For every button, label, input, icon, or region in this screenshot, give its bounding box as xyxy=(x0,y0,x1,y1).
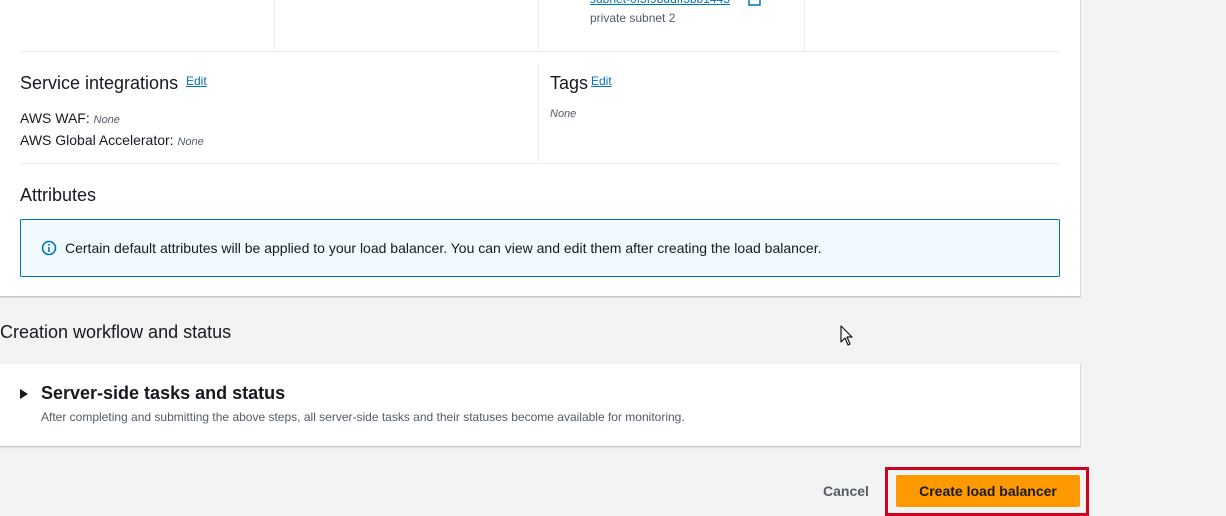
tags-heading: Tags xyxy=(550,73,589,93)
column-divider xyxy=(804,0,805,52)
accelerator-value: None xyxy=(177,136,204,148)
tags-value: None xyxy=(550,108,577,120)
cancel-button[interactable]: Cancel xyxy=(812,478,880,504)
waf-value: None xyxy=(93,114,120,126)
attributes-heading: Attributes xyxy=(20,185,97,205)
tags-edit-link[interactable]: Edit xyxy=(591,74,612,88)
info-icon xyxy=(41,240,57,256)
create-load-balancer-button[interactable]: Create load balancer xyxy=(896,475,1080,507)
column-divider xyxy=(538,0,539,52)
column-divider xyxy=(538,64,539,162)
server-side-tasks-description: After completing and submitting the abov… xyxy=(41,410,685,424)
workflow-heading: Creation workflow and status xyxy=(0,322,232,342)
attributes-info-text: Certain default attributes will be appli… xyxy=(65,240,822,256)
column-divider xyxy=(274,0,275,52)
attributes-info-alert: Certain default attributes will be appli… xyxy=(20,219,1060,277)
review-card: subnet-0f5f9bddff5bb1443 private subnet … xyxy=(0,0,1081,297)
accelerator-label: AWS Global Accelerator: xyxy=(20,132,174,148)
external-link-icon[interactable] xyxy=(748,0,762,6)
page-gutter xyxy=(1081,0,1226,516)
network-mapping-row xyxy=(20,0,1060,52)
expand-caret-icon[interactable] xyxy=(20,389,28,399)
subnet-link[interactable]: subnet-0f5f9bddff5bb1443 xyxy=(590,0,730,6)
waf-label: AWS WAF: xyxy=(20,110,90,126)
subnet-note: private subnet 2 xyxy=(590,11,676,25)
mouse-cursor-icon xyxy=(840,325,853,346)
server-side-tasks-panel: Server-side tasks and status After compl… xyxy=(0,364,1081,447)
service-integrations-edit-link[interactable]: Edit xyxy=(186,74,207,88)
accelerator-row: AWS Global Accelerator: None xyxy=(20,132,204,148)
waf-row: AWS WAF: None xyxy=(20,110,120,126)
server-side-tasks-toggle[interactable]: Server-side tasks and status xyxy=(41,383,285,404)
service-integrations-heading: Service integrations xyxy=(20,73,179,93)
